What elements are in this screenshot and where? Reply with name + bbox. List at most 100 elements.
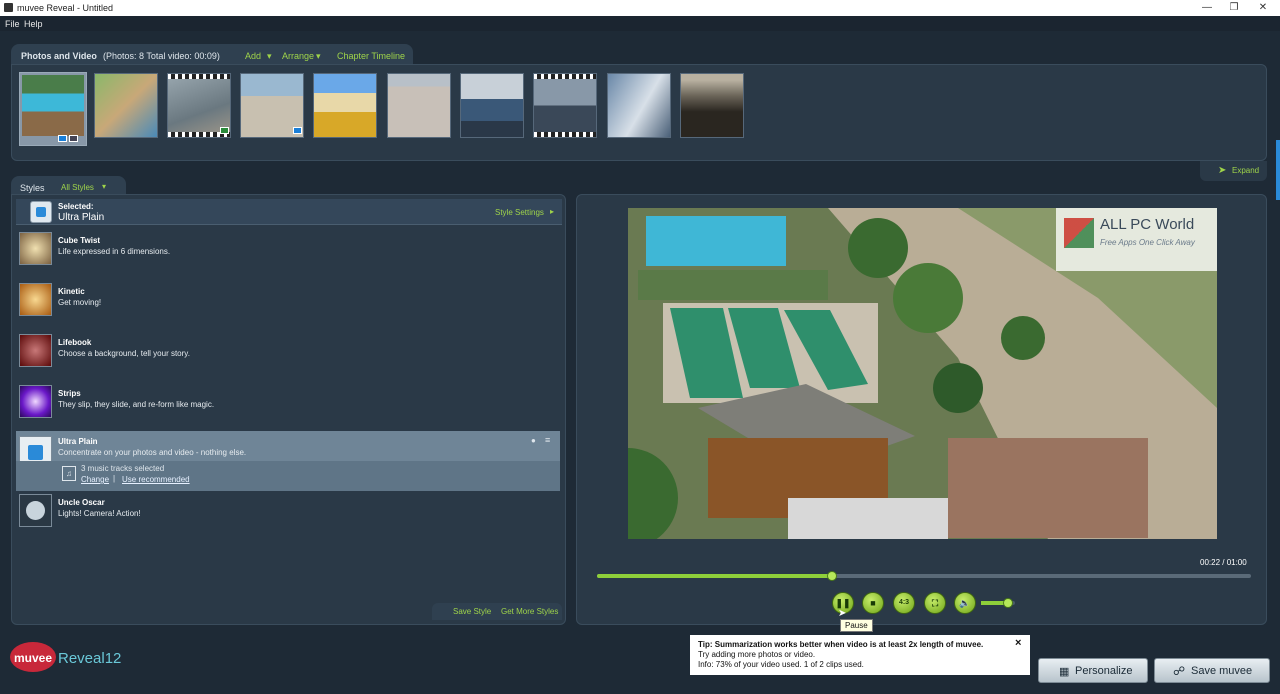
strips-icon — [19, 385, 52, 418]
pin-icon[interactable]: ● — [531, 436, 536, 445]
add-menu[interactable]: Add — [245, 51, 261, 61]
film-strip — [534, 74, 596, 79]
progress-fill — [597, 574, 833, 578]
style-item-ultra-plain[interactable]: Ultra Plain Concentrate on your photos a… — [16, 431, 560, 491]
fullscreen-button[interactable]: ⛶ — [924, 592, 946, 614]
expand-arrow-icon: ➤ — [1218, 165, 1227, 176]
watermark-title: ALL PC World — [1100, 216, 1195, 233]
personalize-icon: ▦ — [1059, 666, 1070, 678]
tip-close-icon[interactable]: × — [1015, 637, 1021, 649]
styles-tab-title: Styles — [20, 183, 45, 193]
styles-footer: Save Style Get More Styles — [432, 603, 562, 620]
style-item-uncle-oscar[interactable]: Uncle Oscar Lights! Camera! Action! — [16, 494, 560, 544]
selected-label: Selected: — [58, 202, 94, 211]
app-icon — [4, 3, 13, 12]
media-thumbnail[interactable] — [167, 73, 231, 138]
media-thumbnail[interactable] — [607, 73, 671, 138]
photos-panel — [11, 64, 1267, 161]
maximize-icon[interactable]: ❐ — [1219, 1, 1249, 15]
music-tracks-row: ♫ 3 music tracks selected Change | Use r… — [16, 461, 560, 491]
selected-style-icon — [30, 201, 52, 223]
media-thumbnail[interactable] — [387, 73, 451, 138]
media-thumbnail[interactable] — [94, 73, 158, 138]
minimize-icon[interactable]: — — [1192, 1, 1222, 15]
media-thumbnail[interactable] — [240, 73, 304, 138]
style-name: Cube Twist — [58, 236, 101, 245]
expand-button[interactable]: ➤ Expand — [1200, 161, 1267, 181]
photos-tab: Photos and Video (Photos: 8 Total video:… — [11, 44, 413, 66]
tip-line-2: Try adding more photos or video. — [698, 650, 816, 659]
thumbnail-image — [608, 74, 670, 137]
get-more-styles-button[interactable]: Get More Styles — [501, 607, 558, 616]
window-title: muvee Reveal - Untitled — [17, 3, 114, 13]
media-thumbnail[interactable] — [19, 72, 87, 146]
style-item-cube-twist[interactable]: Cube Twist Life expressed in 6 dimension… — [16, 232, 560, 282]
logo-muvee-text: muvee — [14, 651, 53, 665]
tip-box: Tip: Summarization works better when vid… — [690, 635, 1030, 675]
title-bar: muvee Reveal - Untitled — ❐ ✕ — [0, 0, 1280, 16]
thumbnail-image — [314, 74, 376, 137]
progress-track[interactable] — [597, 574, 1251, 578]
tooltip: Pause — [840, 619, 873, 632]
personalize-label: Personalize — [1075, 665, 1133, 677]
style-item-strips[interactable]: Strips They slip, they slide, and re-for… — [16, 385, 560, 435]
watermark-overlay: ALL PC World Free Apps One Click Away — [1056, 208, 1217, 271]
thumbnail-image — [388, 74, 450, 137]
filter-dropdown-icon[interactable]: ▾ — [102, 182, 106, 191]
expand-label: Expand — [1232, 166, 1260, 175]
video-icon — [58, 135, 67, 142]
menu-help[interactable]: Help — [24, 19, 43, 29]
add-dropdown-icon[interactable]: ▾ — [267, 51, 272, 62]
video-icon — [293, 127, 302, 134]
cube-twist-icon — [19, 232, 52, 265]
clip-icon — [69, 135, 78, 142]
use-recommended-link[interactable]: Use recommended — [122, 475, 190, 484]
selected-style-name: Ultra Plain — [58, 212, 105, 223]
media-thumbnail[interactable] — [680, 73, 744, 138]
music-note-icon: ♫ — [62, 466, 76, 481]
mouse-cursor-icon: ➤ — [838, 608, 847, 619]
muvee-logo: muvee — [10, 642, 56, 672]
style-name: Lifebook — [58, 338, 92, 347]
chapter-timeline-button[interactable]: Chapter Timeline — [337, 51, 405, 61]
save-muvee-button[interactable]: ☍ Save muvee — [1154, 658, 1270, 683]
lifebook-icon — [19, 334, 52, 367]
volume-button[interactable]: 🔈 — [954, 592, 976, 614]
close-icon[interactable]: ✕ — [1248, 1, 1278, 15]
arrange-menu[interactable]: Arrange — [282, 51, 314, 61]
save-muvee-label: Save muvee — [1191, 665, 1253, 677]
menu-file[interactable]: File — [5, 19, 20, 29]
style-desc: Get moving! — [58, 298, 102, 307]
style-desc: Life expressed in 6 dimensions. — [58, 247, 171, 256]
personalize-button[interactable]: ▦ Personalize — [1038, 658, 1148, 683]
divider: | — [113, 474, 116, 483]
thumbnail-image — [681, 74, 743, 137]
change-music-link[interactable]: Change — [81, 475, 109, 484]
share-icon: ☍ — [1173, 664, 1186, 678]
style-item-kinetic[interactable]: Kinetic Get moving! — [16, 283, 560, 333]
style-settings-button[interactable]: Style Settings — [495, 208, 544, 217]
media-thumbnail[interactable] — [313, 73, 377, 138]
clip-icon — [220, 127, 229, 134]
thumbnail-image — [534, 74, 596, 137]
media-thumbnail[interactable] — [533, 73, 597, 138]
selected-style-bar: Selected: Ultra Plain Style Settings ▸ — [16, 199, 562, 225]
thumbnail-image — [95, 74, 157, 137]
save-style-button[interactable]: Save Style — [453, 607, 491, 616]
styles-filter[interactable]: All Styles — [61, 183, 94, 192]
film-strip — [534, 132, 596, 137]
arrange-dropdown-icon[interactable]: ▾ — [316, 51, 321, 62]
style-item-lifebook[interactable]: Lifebook Choose a background, tell your … — [16, 334, 560, 384]
style-desc: Lights! Camera! Action! — [58, 509, 141, 518]
music-tracks-label: 3 music tracks selected — [81, 464, 165, 473]
media-thumbnail[interactable] — [460, 73, 524, 138]
style-settings-arrow-icon[interactable]: ▸ — [550, 207, 554, 216]
time-display: 00:22 / 01:00 — [1200, 558, 1247, 567]
settings-sliders-icon[interactable]: ≡ — [545, 435, 550, 445]
style-desc: They slip, they slide, and re-form like … — [58, 400, 215, 409]
stop-button[interactable]: ■ — [862, 592, 884, 614]
watermark-subtitle: Free Apps One Click Away — [1100, 238, 1195, 247]
tip-line-3: Info: 73% of your video used. 1 of 2 cli… — [698, 660, 864, 669]
window-scrollbar[interactable] — [1276, 140, 1280, 200]
aspect-ratio-button[interactable]: 4:3 — [893, 592, 915, 614]
